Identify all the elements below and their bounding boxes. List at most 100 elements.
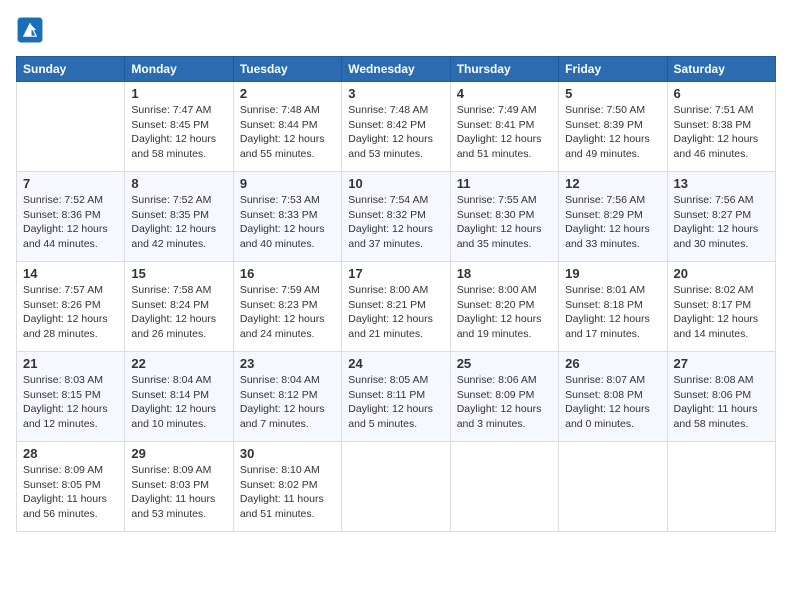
day-info: Sunrise: 8:08 AM Sunset: 8:06 PM Dayligh… [674, 373, 769, 432]
calendar-cell [667, 442, 775, 532]
day-number: 30 [240, 446, 335, 461]
calendar-week-row: 28 Sunrise: 8:09 AM Sunset: 8:05 PM Dayli… [17, 442, 776, 532]
day-header-saturday: Saturday [667, 57, 775, 82]
day-info: Sunrise: 7:48 AM Sunset: 8:42 PM Dayligh… [348, 103, 443, 162]
day-number: 9 [240, 176, 335, 191]
calendar-cell: 1 Sunrise: 7:47 AM Sunset: 8:45 PM Daylig… [125, 82, 233, 172]
day-number: 26 [565, 356, 660, 371]
day-info: Sunrise: 8:05 AM Sunset: 8:11 PM Dayligh… [348, 373, 443, 432]
calendar-cell: 13 Sunrise: 7:56 AM Sunset: 8:27 PM Dayli… [667, 172, 775, 262]
calendar-cell: 6Sunrise: 7:51 AM Sunset: 8:38 PM Daylig… [667, 82, 775, 172]
day-info: Sunrise: 7:55 AM Sunset: 8:30 PM Dayligh… [457, 193, 552, 252]
day-info: Sunrise: 8:00 AM Sunset: 8:20 PM Dayligh… [457, 283, 552, 342]
calendar-cell: 3 Sunrise: 7:48 AM Sunset: 8:42 PM Daylig… [342, 82, 450, 172]
day-info: Sunrise: 7:51 AM Sunset: 8:38 PM Dayligh… [674, 103, 769, 162]
day-number: 24 [348, 356, 443, 371]
calendar-cell: 22 Sunrise: 8:04 AM Sunset: 8:14 PM Dayli… [125, 352, 233, 442]
day-header-sunday: Sunday [17, 57, 125, 82]
calendar-cell: 20Sunrise: 8:02 AM Sunset: 8:17 PM Dayli… [667, 262, 775, 352]
day-number: 21 [23, 356, 118, 371]
calendar-cell: 27 Sunrise: 8:08 AM Sunset: 8:06 PM Dayli… [667, 352, 775, 442]
day-number: 8 [131, 176, 226, 191]
day-number: 10 [348, 176, 443, 191]
calendar-cell: 5Sunrise: 7:50 AM Sunset: 8:39 PM Daylig… [559, 82, 667, 172]
day-number: 1 [131, 86, 226, 101]
day-info: Sunrise: 8:06 AM Sunset: 8:09 PM Dayligh… [457, 373, 552, 432]
calendar-cell: 12Sunrise: 7:56 AM Sunset: 8:29 PM Dayli… [559, 172, 667, 262]
calendar-cell [450, 442, 558, 532]
day-number: 25 [457, 356, 552, 371]
day-number: 18 [457, 266, 552, 281]
calendar-cell: 10 Sunrise: 7:54 AM Sunset: 8:32 PM Dayli… [342, 172, 450, 262]
calendar-cell: 7 Sunrise: 7:52 AM Sunset: 8:36 PM Daylig… [17, 172, 125, 262]
day-header-thursday: Thursday [450, 57, 558, 82]
calendar-cell: 4 Sunrise: 7:49 AM Sunset: 8:41 PM Daylig… [450, 82, 558, 172]
calendar-cell: 17Sunrise: 8:00 AM Sunset: 8:21 PM Dayli… [342, 262, 450, 352]
day-number: 29 [131, 446, 226, 461]
calendar-cell: 19Sunrise: 8:01 AM Sunset: 8:18 PM Dayli… [559, 262, 667, 352]
day-info: Sunrise: 8:00 AM Sunset: 8:21 PM Dayligh… [348, 283, 443, 342]
calendar-cell: 30 Sunrise: 8:10 AM Sunset: 8:02 PM Dayli… [233, 442, 341, 532]
calendar-cell: 24 Sunrise: 8:05 AM Sunset: 8:11 PM Dayli… [342, 352, 450, 442]
day-info: Sunrise: 8:07 AM Sunset: 8:08 PM Dayligh… [565, 373, 660, 432]
calendar-cell: 21 Sunrise: 8:03 AM Sunset: 8:15 PM Dayli… [17, 352, 125, 442]
day-number: 11 [457, 176, 552, 191]
day-number: 27 [674, 356, 769, 371]
day-info: Sunrise: 7:52 AM Sunset: 8:35 PM Dayligh… [131, 193, 226, 252]
day-info: Sunrise: 8:10 AM Sunset: 8:02 PM Dayligh… [240, 463, 335, 522]
day-info: Sunrise: 7:50 AM Sunset: 8:39 PM Dayligh… [565, 103, 660, 162]
day-number: 3 [348, 86, 443, 101]
day-info: Sunrise: 8:09 AM Sunset: 8:03 PM Dayligh… [131, 463, 226, 522]
logo-icon [16, 16, 44, 44]
calendar-week-row: 1 Sunrise: 7:47 AM Sunset: 8:45 PM Daylig… [17, 82, 776, 172]
day-number: 13 [674, 176, 769, 191]
day-info: Sunrise: 7:58 AM Sunset: 8:24 PM Dayligh… [131, 283, 226, 342]
day-info: Sunrise: 7:47 AM Sunset: 8:45 PM Dayligh… [131, 103, 226, 162]
calendar-week-row: 21 Sunrise: 8:03 AM Sunset: 8:15 PM Dayli… [17, 352, 776, 442]
day-info: Sunrise: 8:01 AM Sunset: 8:18 PM Dayligh… [565, 283, 660, 342]
calendar-cell: 8 Sunrise: 7:52 AM Sunset: 8:35 PM Daylig… [125, 172, 233, 262]
day-number: 23 [240, 356, 335, 371]
calendar-cell: 14 Sunrise: 7:57 AM Sunset: 8:26 PM Dayli… [17, 262, 125, 352]
day-info: Sunrise: 8:04 AM Sunset: 8:14 PM Dayligh… [131, 373, 226, 432]
calendar-cell: 2Sunrise: 7:48 AM Sunset: 8:44 PM Daylig… [233, 82, 341, 172]
calendar-cell: 18 Sunrise: 8:00 AM Sunset: 8:20 PM Dayli… [450, 262, 558, 352]
day-info: Sunrise: 7:59 AM Sunset: 8:23 PM Dayligh… [240, 283, 335, 342]
day-info: Sunrise: 8:04 AM Sunset: 8:12 PM Dayligh… [240, 373, 335, 432]
day-info: Sunrise: 7:57 AM Sunset: 8:26 PM Dayligh… [23, 283, 118, 342]
day-info: Sunrise: 7:52 AM Sunset: 8:36 PM Dayligh… [23, 193, 118, 252]
calendar-cell [342, 442, 450, 532]
calendar-cell: 23 Sunrise: 8:04 AM Sunset: 8:12 PM Dayli… [233, 352, 341, 442]
calendar-cell: 25 Sunrise: 8:06 AM Sunset: 8:09 PM Dayli… [450, 352, 558, 442]
day-info: Sunrise: 7:54 AM Sunset: 8:32 PM Dayligh… [348, 193, 443, 252]
day-number: 22 [131, 356, 226, 371]
day-number: 14 [23, 266, 118, 281]
calendar-table: SundayMondayTuesdayWednesdayThursdayFrid… [16, 56, 776, 532]
day-number: 28 [23, 446, 118, 461]
calendar-cell: 28 Sunrise: 8:09 AM Sunset: 8:05 PM Dayli… [17, 442, 125, 532]
logo [16, 16, 48, 44]
day-info: Sunrise: 7:56 AM Sunset: 8:27 PM Dayligh… [674, 193, 769, 252]
calendar-cell: 29 Sunrise: 8:09 AM Sunset: 8:03 PM Dayli… [125, 442, 233, 532]
calendar-cell [559, 442, 667, 532]
day-header-tuesday: Tuesday [233, 57, 341, 82]
calendar-cell: 26 Sunrise: 8:07 AM Sunset: 8:08 PM Dayli… [559, 352, 667, 442]
calendar-cell [17, 82, 125, 172]
calendar-week-row: 14 Sunrise: 7:57 AM Sunset: 8:26 PM Dayli… [17, 262, 776, 352]
page-header [16, 16, 776, 44]
day-info: Sunrise: 7:48 AM Sunset: 8:44 PM Dayligh… [240, 103, 335, 162]
calendar-cell: 15 Sunrise: 7:58 AM Sunset: 8:24 PM Dayli… [125, 262, 233, 352]
day-info: Sunrise: 8:03 AM Sunset: 8:15 PM Dayligh… [23, 373, 118, 432]
day-header-monday: Monday [125, 57, 233, 82]
day-number: 15 [131, 266, 226, 281]
day-number: 4 [457, 86, 552, 101]
day-info: Sunrise: 7:49 AM Sunset: 8:41 PM Dayligh… [457, 103, 552, 162]
day-header-wednesday: Wednesday [342, 57, 450, 82]
calendar-week-row: 7 Sunrise: 7:52 AM Sunset: 8:36 PM Daylig… [17, 172, 776, 262]
day-number: 7 [23, 176, 118, 191]
day-info: Sunrise: 8:09 AM Sunset: 8:05 PM Dayligh… [23, 463, 118, 522]
day-info: Sunrise: 7:53 AM Sunset: 8:33 PM Dayligh… [240, 193, 335, 252]
day-number: 12 [565, 176, 660, 191]
calendar-header-row: SundayMondayTuesdayWednesdayThursdayFrid… [17, 57, 776, 82]
day-header-friday: Friday [559, 57, 667, 82]
